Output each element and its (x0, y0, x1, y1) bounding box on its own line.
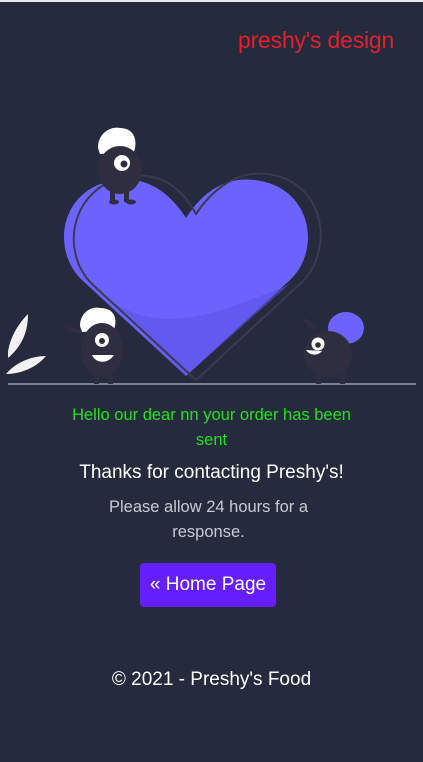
character-top-foot-left (109, 199, 119, 205)
character-left-pupil (99, 338, 105, 344)
character-left-body (81, 323, 123, 377)
home-page-button[interactable]: « Home Page (140, 563, 276, 607)
character-right (302, 312, 364, 384)
character-right-arm (302, 318, 316, 330)
page: preshy's design Hello our dear nn your o… (0, 0, 423, 762)
character-right-leg-right (340, 370, 345, 384)
character-left-leg-left (94, 372, 99, 384)
character-left-leg-right (108, 372, 113, 384)
character-left (66, 307, 123, 384)
character-left-arm (66, 326, 82, 334)
character-right-leg-left (316, 372, 321, 384)
response-time-message: Please allow 24 hours for a response. (108, 498, 309, 541)
top-divider (0, 0, 423, 2)
character-top-pupil (120, 160, 128, 168)
leaf-lower (6, 356, 46, 374)
order-sent-message: Hello our dear nn your order has been se… (72, 406, 351, 449)
brand-name[interactable]: preshy's design (238, 26, 394, 54)
love-illustration (6, 127, 416, 385)
character-right-pupil (315, 342, 321, 348)
thanks-message: Thanks for contacting Preshy's! (79, 462, 344, 483)
leaf-upper (8, 314, 28, 358)
leaves (6, 314, 46, 374)
character-top-foot-right (126, 199, 136, 205)
footer-copyright: © 2021 - Preshy's Food (111, 669, 312, 690)
